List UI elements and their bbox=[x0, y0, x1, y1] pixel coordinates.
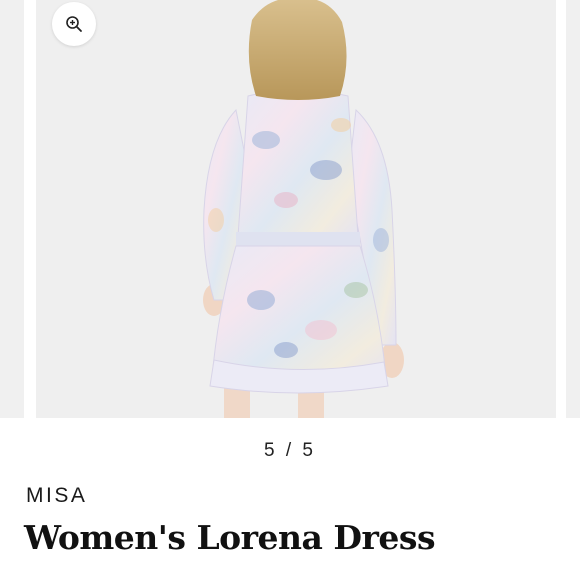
previous-image-peek[interactable] bbox=[0, 0, 24, 418]
product-title: Women's Lorena Dress bbox=[24, 518, 436, 557]
image-counter: 5 / 5 bbox=[264, 440, 316, 461]
product-photo[interactable] bbox=[36, 0, 556, 418]
zoom-in-icon bbox=[66, 16, 82, 32]
model-back-view-image bbox=[203, 0, 404, 418]
zoom-button[interactable] bbox=[52, 2, 96, 46]
next-image-peek[interactable] bbox=[566, 0, 580, 418]
product-brand[interactable]: MISA bbox=[26, 484, 87, 508]
product-image-gallery[interactable] bbox=[0, 0, 580, 418]
